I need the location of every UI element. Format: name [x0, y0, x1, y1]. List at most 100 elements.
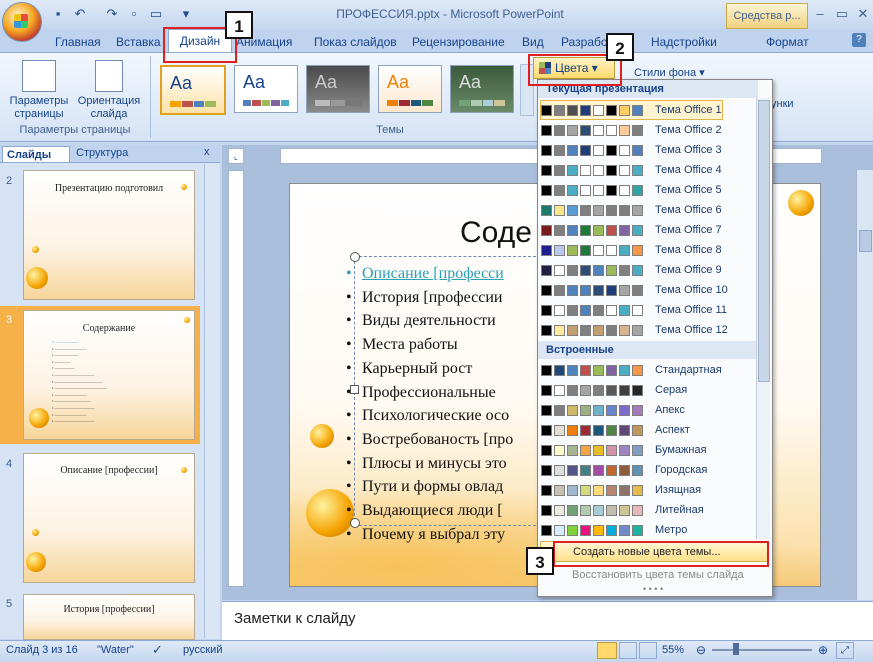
page-setup-icon[interactable] [22, 60, 56, 92]
theme-colors-option[interactable]: Изящная [541, 481, 701, 499]
slide-thumbnail-4[interactable]: Описание [профессии] [23, 453, 195, 583]
orientation-button-line1[interactable]: Ориентация [72, 95, 146, 107]
slide-thumbnail-3[interactable]: Содержание • —————— • ———————— • —————— • —… [23, 310, 195, 440]
page-setup-button-line2[interactable]: страницы [4, 108, 74, 120]
color-swatch [554, 284, 565, 296]
maximize-icon[interactable]: ▭ [832, 5, 852, 23]
background-styles-button[interactable]: Стили фона ▾ [634, 66, 705, 79]
slides-pane-scrollbar[interactable] [204, 164, 219, 638]
theme-colors-option[interactable]: Тема Office 7 [541, 221, 722, 239]
theme-colors-option[interactable]: Тема Office 11 [541, 301, 727, 319]
theme-colors-option[interactable]: Тема Office 1 [540, 100, 723, 120]
theme-colors-option[interactable]: Литейная [541, 501, 704, 519]
normal-view-icon[interactable] [597, 642, 617, 659]
color-swatch [580, 284, 591, 296]
tab-view[interactable]: Вид [522, 33, 544, 51]
close-icon[interactable]: ✕ [853, 5, 873, 23]
theme-colors-option[interactable]: Городская [541, 461, 707, 479]
theme-colors-option[interactable]: Тема Office 12 [541, 321, 728, 339]
dropdown-resize-grip[interactable]: • • • • [643, 584, 663, 594]
theme-colors-option[interactable]: Стандартная [541, 361, 722, 379]
open-folder-icon[interactable]: ▭ [148, 6, 164, 22]
hide-background-graphics-partial[interactable]: унки [771, 98, 794, 110]
orientation-icon[interactable] [95, 60, 123, 92]
zoom-in-icon[interactable]: ⊕ [818, 643, 828, 657]
save-icon[interactable]: ▪ [50, 6, 66, 22]
resize-handle[interactable] [350, 518, 360, 528]
theme-thumb-orange[interactable]: Aa [378, 65, 442, 113]
theme-colors-name: Бумажная [655, 444, 707, 456]
tab-developer[interactable]: Разрабо [561, 33, 608, 51]
customize-qat-icon[interactable]: ▾ [178, 6, 194, 22]
dropdown-scrollbar[interactable] [756, 98, 770, 539]
tab-slides[interactable]: Слайды [2, 146, 70, 162]
zoom-slider[interactable] [712, 649, 812, 651]
theme-colors-option[interactable]: Тема Office 6 [541, 201, 722, 219]
zoom-out-icon[interactable]: ⊖ [696, 643, 706, 657]
theme-colors-option[interactable]: Тема Office 4 [541, 161, 722, 179]
resize-handle[interactable] [350, 252, 360, 262]
language[interactable]: русский [183, 644, 222, 656]
color-swatch [619, 304, 630, 316]
tab-home[interactable]: Главная [55, 33, 101, 51]
color-swatch [554, 384, 565, 396]
main-vertical-scrollbar[interactable] [856, 170, 873, 600]
theme-thumb-green[interactable]: Aa [450, 65, 514, 113]
theme-colors-option[interactable]: Тема Office 9 [541, 261, 722, 279]
color-swatch [632, 144, 643, 156]
slide-thumbnail-2[interactable]: Презентацию подготовил [23, 170, 195, 300]
restore-theme-colors[interactable]: Восстановить цвета темы слайда [540, 566, 768, 584]
theme-colors-option[interactable]: Тема Office 5 [541, 181, 722, 199]
tab-selector-icon[interactable]: ⌞ [228, 148, 244, 164]
tab-insert[interactable]: Вставка [116, 33, 161, 51]
office-button[interactable] [2, 2, 42, 42]
theme-colors-option[interactable]: Бумажная [541, 441, 707, 459]
background-styles-label: Стили фона [634, 67, 697, 79]
theme-thumb-office[interactable]: Aa [234, 65, 298, 113]
theme-thumb-current[interactable]: Aa [160, 65, 226, 115]
tab-review[interactable]: Рецензирование [412, 33, 505, 51]
theme-colors-option[interactable]: Тема Office 2 [541, 121, 722, 139]
close-pane-icon[interactable]: x [204, 146, 210, 158]
undo-icon[interactable]: ↶ [72, 6, 88, 22]
color-swatch [632, 384, 643, 396]
slide-title[interactable]: Соде [460, 216, 532, 250]
minimize-icon[interactable]: – [810, 5, 830, 23]
slide-counter: Слайд 3 из 16 [6, 644, 78, 656]
slide-sorter-icon[interactable] [619, 642, 637, 659]
theme-colors-option[interactable]: Серая [541, 381, 687, 399]
theme-thumb-dark[interactable]: Aa [306, 65, 370, 113]
color-swatches [541, 244, 643, 256]
slide-thumbnail-5[interactable]: История [профессии] [23, 594, 195, 640]
page-setup-button-line1[interactable]: Параметры [4, 95, 74, 107]
slide-number: 2 [6, 175, 13, 187]
color-swatch [567, 384, 578, 396]
theme-colors-name: Стандартная [655, 364, 722, 376]
new-file-icon[interactable]: ▫ [126, 6, 142, 22]
notes-placeholder[interactable]: Заметки к слайду [234, 610, 356, 627]
theme-colors-option[interactable]: Тема Office 3 [541, 141, 722, 159]
tab-addins[interactable]: Надстройки [651, 33, 717, 51]
tab-format[interactable]: Формат [766, 33, 809, 51]
slideshow-view-icon[interactable] [639, 642, 657, 659]
theme-colors-option[interactable]: Тема Office 10 [541, 281, 728, 299]
theme-colors-option[interactable]: Аспект [541, 421, 690, 439]
scroll-thumb[interactable] [859, 230, 872, 252]
theme-colors-option[interactable]: Апекс [541, 401, 685, 419]
color-swatch [632, 164, 643, 176]
resize-handle[interactable] [350, 385, 359, 394]
tab-outline[interactable]: Структура [76, 147, 128, 159]
zoom-slider-thumb[interactable] [733, 643, 739, 655]
spellcheck-icon[interactable]: ✓ [152, 642, 163, 658]
orientation-button-line2[interactable]: слайда [72, 108, 146, 120]
redo-icon[interactable]: ↷ [104, 6, 120, 22]
help-icon[interactable]: ? [852, 33, 866, 47]
color-swatch [554, 404, 565, 416]
dropdown-scroll-thumb[interactable] [758, 100, 770, 382]
theme-colors-option[interactable]: Тема Office 8 [541, 241, 722, 259]
drawing-tools-tab[interactable]: Средства р... [726, 3, 808, 29]
tab-slideshow[interactable]: Показ слайдов [314, 33, 397, 51]
text-placeholder-border[interactable] [354, 256, 546, 526]
theme-colors-option[interactable]: Метро [541, 521, 687, 539]
fit-to-window-icon[interactable]: ⤢ [836, 642, 854, 659]
